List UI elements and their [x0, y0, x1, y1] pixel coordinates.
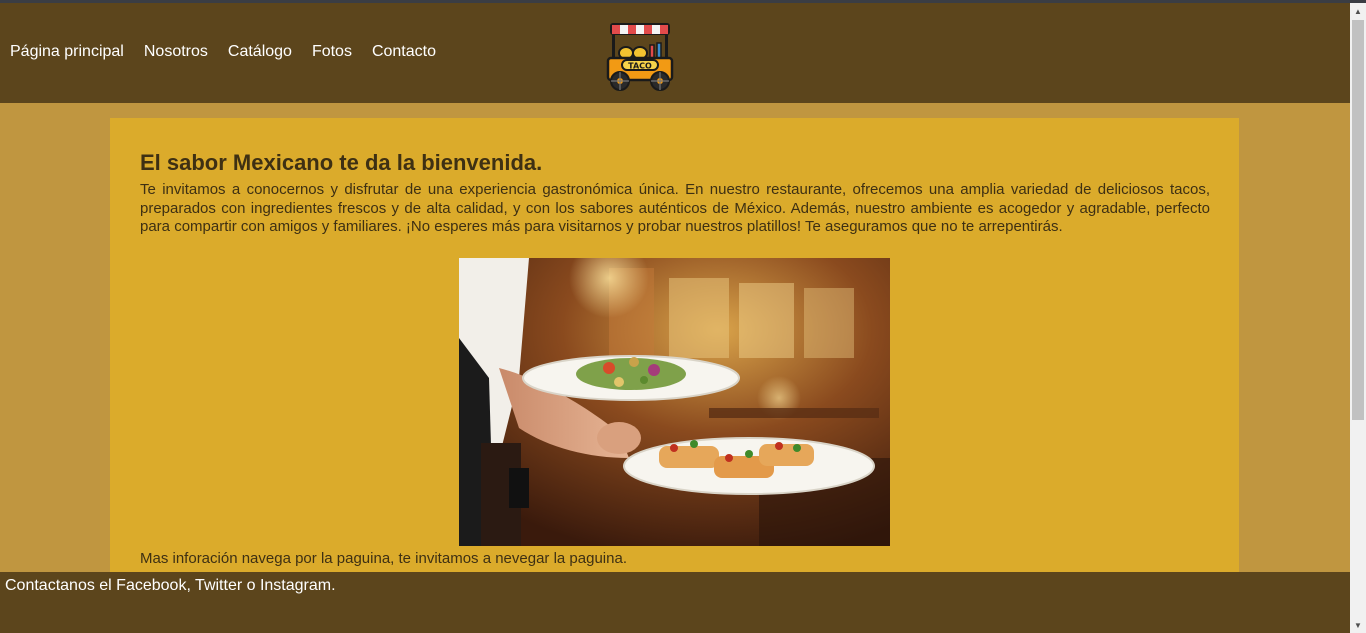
site-footer: Contactanos el Facebook, Twitter o Insta…	[0, 572, 1350, 633]
nav-link-catalog[interactable]: Catálogo	[228, 43, 292, 61]
main-nav: Página principal Nosotros Catálogo Fotos…	[10, 43, 436, 61]
vertical-scrollbar[interactable]: ▲ ▼	[1350, 3, 1366, 633]
scroll-down-arrow-icon[interactable]: ▼	[1350, 617, 1366, 633]
welcome-section: El sabor Mexicano te da la bienvenida. T…	[110, 118, 1239, 572]
page-title: El sabor Mexicano te da la bienvenida.	[140, 150, 543, 175]
scroll-up-arrow-icon[interactable]: ▲	[1350, 3, 1366, 19]
nav-link-about[interactable]: Nosotros	[144, 43, 208, 61]
site-header: Página principal Nosotros Catálogo Fotos…	[0, 3, 1350, 103]
logo-text: TACO	[628, 62, 652, 71]
footer-contact-text: Contactanos el Facebook, Twitter o Insta…	[5, 577, 336, 594]
restaurant-photo	[459, 258, 890, 546]
taco-cart-logo-icon: TACO	[604, 21, 676, 93]
scroll-thumb[interactable]	[1352, 20, 1364, 420]
nav-link-home[interactable]: Página principal	[10, 43, 124, 61]
more-info-text: Mas inforación navega por la paguina, te…	[140, 550, 627, 567]
nav-link-contact[interactable]: Contacto	[372, 43, 436, 61]
nav-link-photos[interactable]: Fotos	[312, 43, 352, 61]
intro-paragraph: Te invitamos a conocernos y disfrutar de…	[140, 181, 1210, 235]
